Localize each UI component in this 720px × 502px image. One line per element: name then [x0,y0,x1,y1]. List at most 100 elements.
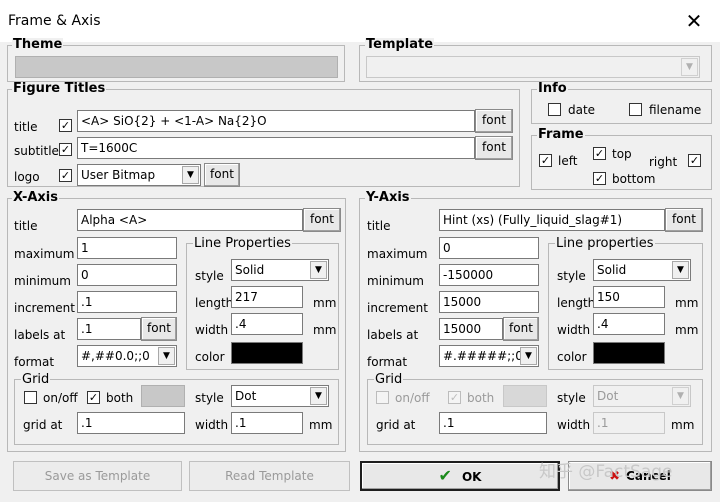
x-title-font-button[interactable]: font [303,208,341,232]
logo-select[interactable]: User Bitmap ▼ [77,164,201,186]
y-grid-both-checkbox[interactable]: ✓ [448,391,461,404]
date-checkbox[interactable] [548,103,561,116]
y-line-style-label: style [557,269,586,283]
y-grid-width-input[interactable]: .1 [593,412,665,434]
figure-titles-legend: Figure Titles [12,81,107,96]
chevron-down-icon: ▼ [158,347,175,365]
x-line-style-select[interactable]: Solid ▼ [231,259,329,281]
x-line-length-label: length [195,296,234,310]
title-font-button[interactable]: font [475,109,513,133]
y-grid-both-label: both [467,391,495,405]
x-title-label: title [14,219,38,233]
x-axis-legend: X-Axis [12,190,59,205]
y-line-color-label: color [557,350,587,364]
frame-right-checkbox[interactable]: ✓ [688,154,701,167]
x-title-input[interactable]: Alpha <A> [77,209,303,231]
y-grid-onoff-checkbox[interactable] [376,391,389,404]
y-title-label: title [367,219,391,233]
ok-button[interactable]: ✔ OK [360,461,560,491]
y-line-length-label: length [557,296,596,310]
x-grid-width-unit: mm [309,418,333,432]
y-minimum-input[interactable]: -150000 [439,264,539,286]
x-grid-legend: Grid [21,372,51,387]
title-checkbox[interactable]: ✓ [59,119,72,132]
x-line-width-input[interactable]: .4 [231,313,303,335]
y-title-font-button[interactable]: font [665,208,703,232]
y-line-width-label: width [557,323,591,337]
y-line-width-input[interactable]: .4 [593,313,665,335]
y-format-select[interactable]: #.#####;;0 ▼ [439,345,539,367]
x-labels-at-input[interactable]: .1 [77,318,141,340]
frame-top-checkbox[interactable]: ✓ [593,147,606,160]
template-select[interactable]: ▼ [366,56,700,78]
x-grid-style-select[interactable]: Dot ▼ [231,385,329,407]
x-grid-onoff-label: on/off [43,391,78,405]
chevron-down-icon: ▼ [520,347,537,365]
frame-left-label: left [558,154,578,168]
read-template-button[interactable]: Read Template [189,461,350,491]
chevron-down-icon: ▼ [310,261,327,279]
x-grid-at-input[interactable]: .1 [77,412,185,434]
checkmark-icon: ✔ [438,466,452,485]
x-line-length-input[interactable]: 217 [231,286,303,308]
y-line-width-unit: mm [675,323,699,337]
y-line-length-input[interactable]: 150 [593,286,665,308]
y-line-style-value: Solid [597,263,627,277]
x-grid-color-swatch[interactable] [141,385,185,407]
y-labels-font-button[interactable]: font [503,317,539,341]
y-format-label: format [367,355,408,369]
date-label: date [568,103,596,117]
y-grid-at-input[interactable]: .1 [439,412,547,434]
x-labels-font-button[interactable]: font [141,317,177,341]
y-grid-style-select[interactable]: Dot ▼ [593,385,691,407]
y-grid-color-swatch[interactable] [503,385,547,407]
y-labels-at-input[interactable]: 15000 [439,318,503,340]
subtitle-checkbox[interactable]: ✓ [59,143,72,156]
x-line-width-label: width [195,323,229,337]
frame-bottom-checkbox[interactable]: ✓ [593,172,606,185]
theme-select[interactable] [15,56,338,78]
x-grid-onoff-checkbox[interactable] [24,391,37,404]
x-increment-input[interactable]: .1 [77,291,177,313]
y-grid-width-label: width [557,418,591,432]
x-minimum-input[interactable]: 0 [77,264,177,286]
x-grid-width-input[interactable]: .1 [231,412,303,434]
logo-font-button[interactable]: font [204,163,240,187]
y-format-value: #.#####;;0 [443,349,523,363]
y-grid-legend: Grid [374,372,404,387]
x-grid-style-label: style [195,391,224,405]
save-as-template-button[interactable]: Save as Template [13,461,182,491]
filename-label: filename [649,103,702,117]
logo-checkbox[interactable]: ✓ [59,169,72,182]
x-format-select[interactable]: #,##0.0;;0 ▼ [77,345,177,367]
x-line-width-unit: mm [313,323,337,337]
title-label: title [14,120,38,134]
y-line-style-select[interactable]: Solid ▼ [593,259,691,281]
subtitle-font-button[interactable]: font [475,136,513,160]
y-line-color-swatch[interactable] [593,342,665,364]
logo-label: logo [14,170,40,184]
y-title-input[interactable]: Hint (xs) (Fully_liquid_slag#1) [439,209,665,231]
y-increment-input[interactable]: 15000 [439,291,539,313]
x-line-color-swatch[interactable] [231,342,303,364]
y-line-length-unit: mm [675,296,699,310]
x-line-color-label: color [195,350,225,364]
close-icon[interactable]: ✕ [684,9,704,33]
title-input[interactable]: <A> SiO{2} + <1-A> Na{2}O [77,110,475,132]
theme-legend: Theme [12,37,64,52]
y-line-properties-legend: Line properties [555,236,655,251]
x-line-length-unit: mm [313,296,337,310]
chevron-down-icon: ▼ [182,166,199,184]
filename-checkbox[interactable] [629,103,642,116]
frame-left-checkbox[interactable]: ✓ [539,154,552,167]
x-grid-width-label: width [195,418,229,432]
y-maximum-label: maximum [367,247,428,261]
frame-bottom-label: bottom [612,172,656,186]
x-increment-label: increment [14,301,75,315]
x-grid-both-checkbox[interactable]: ✓ [87,391,100,404]
y-axis-legend: Y-Axis [365,190,411,205]
y-maximum-input[interactable]: 0 [439,237,539,259]
subtitle-input[interactable]: T=1600C [77,137,475,159]
y-labels-at-label: labels at [367,328,419,342]
x-maximum-input[interactable]: 1 [77,237,177,259]
